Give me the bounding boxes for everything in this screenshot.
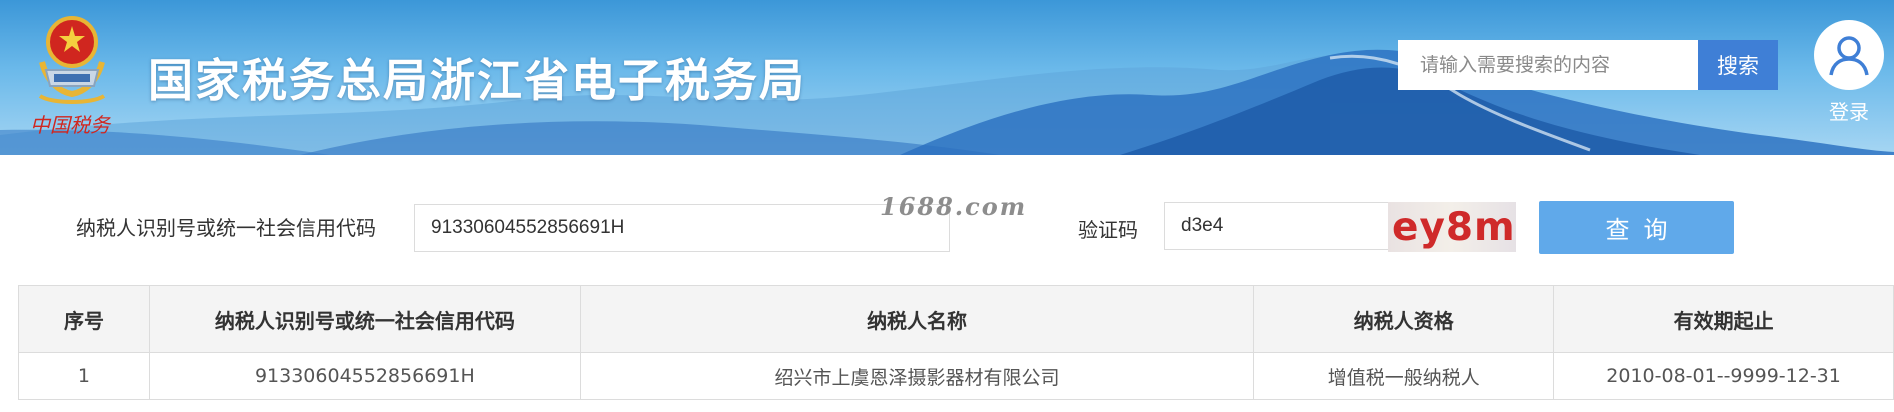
cell-taxpayer-name: 绍兴市上虞恩泽摄影器材有限公司	[579, 352, 1255, 400]
user-icon	[1814, 20, 1884, 90]
emblem-caption: 中国税务	[30, 113, 112, 137]
watermark: 1688.com	[880, 192, 1028, 221]
column-header-taxpayer-name: 纳税人名称	[579, 285, 1255, 353]
table-header-row: 序号 纳税人识别号或统一社会信用代码 纳税人名称 纳税人资格 有效期起止	[18, 285, 1894, 353]
header-banner: 中国税务 国家税务总局浙江省电子税务局 搜索 登录	[0, 0, 1894, 155]
taxpayer-id-label: 纳税人识别号或统一社会信用代码	[76, 216, 376, 240]
cell-qualification: 增值税一般纳税人	[1253, 352, 1555, 400]
column-header-validity-period: 有效期起止	[1553, 285, 1894, 353]
site-search-input[interactable]	[1398, 40, 1698, 90]
query-button[interactable]: 查询	[1539, 201, 1734, 254]
column-header-index: 序号	[18, 285, 150, 353]
site-title: 国家税务总局浙江省电子税务局	[148, 54, 807, 107]
captcha-image[interactable]: ey8m	[1388, 202, 1516, 252]
cell-taxpayer-id: 91330604552856691H	[148, 352, 581, 400]
captcha-input[interactable]	[1164, 202, 1390, 250]
login-label: 登录	[1829, 100, 1869, 124]
cell-validity-period: 2010-08-01--9999-12-31	[1553, 352, 1894, 400]
national-tax-emblem-logo: 中国税务	[22, 12, 122, 137]
captcha-image-text: ey8m	[1392, 205, 1516, 250]
column-header-taxpayer-id: 纳税人识别号或统一社会信用代码	[148, 285, 581, 353]
captcha-label: 验证码	[1078, 218, 1138, 242]
result-table: 序号 纳税人识别号或统一社会信用代码 纳税人名称 纳税人资格 有效期起止 1 9…	[18, 285, 1894, 400]
search-button[interactable]: 搜索	[1698, 40, 1778, 90]
taxpayer-id-input[interactable]	[414, 204, 950, 252]
cell-index: 1	[18, 352, 150, 400]
login-button[interactable]: 登录	[1811, 20, 1887, 124]
column-header-qualification: 纳税人资格	[1253, 285, 1555, 353]
table-row: 1 91330604552856691H 绍兴市上虞恩泽摄影器材有限公司 增值税…	[18, 352, 1894, 400]
